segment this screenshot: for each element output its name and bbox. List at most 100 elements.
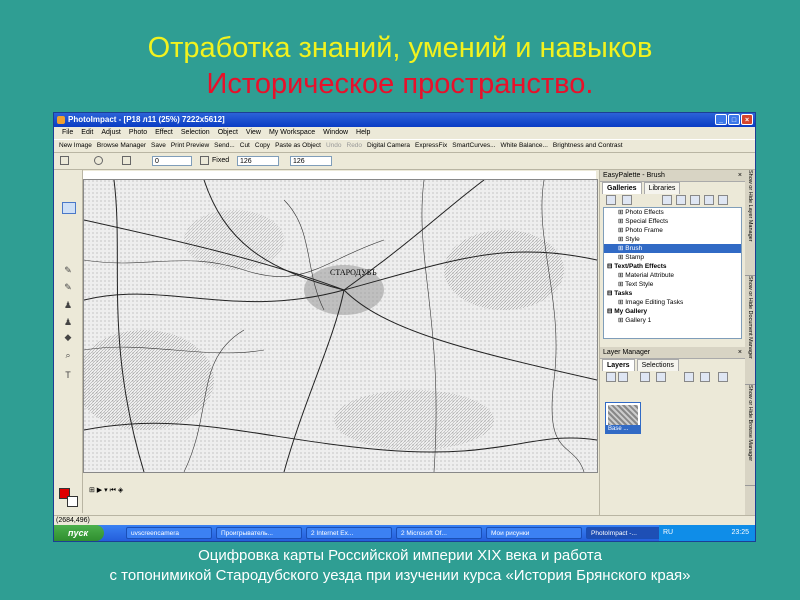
toolbar-white-balance-button[interactable]: White Balance... — [501, 142, 548, 149]
maximize-button[interactable]: □ — [728, 114, 740, 125]
eraser-tool-icon[interactable]: ♟ — [62, 317, 74, 327]
tree-item[interactable]: ⊞ Stamp — [604, 253, 741, 262]
menu-item-file[interactable]: File — [62, 129, 73, 136]
width-field[interactable]: 126 — [237, 156, 279, 166]
tree-item[interactable]: ⊞ Photo Effects — [604, 208, 741, 217]
gallery-list-icon[interactable] — [622, 195, 632, 205]
navigate-icon[interactable]: ⊞ ▶ ▾ ⏮ ◈ — [89, 487, 123, 494]
browse-manager-side-tab[interactable]: Show or Hide Browse Manager — [745, 385, 755, 486]
edit-icon[interactable] — [690, 195, 700, 205]
minimize-button[interactable]: _ — [715, 114, 727, 125]
toolbar-digital-camera-button[interactable]: Digital Camera — [367, 142, 410, 149]
toolbar-paste-as-object-button[interactable]: Paste as Object — [275, 142, 321, 149]
pick-tool-icon[interactable] — [62, 202, 76, 214]
clone-tool-icon[interactable]: ✎ — [62, 282, 74, 292]
layer-properties-icon[interactable] — [684, 372, 694, 382]
gallery-view-icon[interactable] — [606, 195, 616, 205]
height-field[interactable]: 126 — [290, 156, 332, 166]
close-button[interactable]: × — [741, 114, 753, 125]
map-canvas[interactable]: СТАРОДУБЪ — [83, 179, 598, 473]
layer-options-icon[interactable] — [718, 372, 728, 382]
stamp-tool-icon[interactable]: ♟ — [62, 300, 74, 310]
status-coordinates: (2684,496) — [56, 517, 90, 524]
menu-item-adjust[interactable]: Adjust — [101, 129, 120, 136]
delete-icon[interactable] — [718, 195, 728, 205]
toolbar-send-button[interactable]: Send... — [214, 142, 235, 149]
toolbar-redo-button[interactable]: Redo — [347, 142, 363, 149]
layer-toolbar — [600, 370, 745, 384]
fill-tool-icon[interactable]: ◆ — [62, 332, 74, 342]
document-manager-side-tab[interactable]: Show or Hide Document Manager — [745, 276, 755, 385]
tree-item[interactable]: ⊞ Gallery 1 — [604, 316, 741, 325]
taskbar-item[interactable]: uvscreencamera — [126, 527, 212, 539]
text-tool-icon[interactable]: T — [62, 370, 74, 380]
map-town-label: СТАРОДУБЪ — [330, 268, 377, 277]
toolbar-brightness-and-contrast-button[interactable]: Brightness and Contrast — [553, 142, 623, 149]
value-field[interactable]: 0 — [152, 156, 192, 166]
layer-down-icon[interactable] — [656, 372, 666, 382]
brush-tool-icon[interactable]: ✎ — [62, 265, 74, 275]
fixed-checkbox[interactable] — [200, 156, 209, 165]
toolbar-copy-button[interactable]: Copy — [255, 142, 270, 149]
menu-item-view[interactable]: View — [246, 129, 261, 136]
ellipse-mode-icon[interactable] — [94, 156, 103, 165]
layer-merge-icon[interactable] — [618, 372, 628, 382]
windows-taskbar: пуск uvscreencamera Проигрыватель... 2 Int… — [54, 525, 755, 541]
standard-toolbar: New Image Browse Manager Save Print Preview… — [54, 139, 755, 153]
layer-manager-tabs: Layers Selections — [600, 359, 745, 371]
tree-item[interactable]: ⊞ Photo Frame — [604, 226, 741, 235]
shape-icon[interactable] — [122, 156, 131, 165]
layer-up-icon[interactable] — [640, 372, 650, 382]
menu-item-photo[interactable]: Photo — [129, 129, 147, 136]
search-icon[interactable] — [704, 195, 714, 205]
tree-item[interactable]: ⊟ Tasks — [604, 289, 741, 298]
taskbar-item[interactable]: 2 Internet Ex... — [306, 527, 392, 539]
easypalette-toolbar — [600, 193, 745, 207]
tree-item[interactable]: ⊞ Style — [604, 235, 741, 244]
menu-item-effect[interactable]: Effect — [155, 129, 173, 136]
menu-item-object[interactable]: Object — [218, 129, 238, 136]
toolbar-undo-button[interactable]: Undo — [326, 142, 342, 149]
toolbar-save-button[interactable]: Save — [151, 142, 166, 149]
tree-item[interactable]: ⊟ My Gallery — [604, 307, 741, 316]
menu-item-edit[interactable]: Edit — [81, 129, 93, 136]
tree-item[interactable]: ⊞ Special Effects — [604, 217, 741, 226]
tree-item[interactable]: ⊞ Brush — [604, 244, 741, 253]
toolbar-new-image-button[interactable]: New Image — [59, 142, 92, 149]
close-icon[interactable]: × — [738, 170, 742, 181]
slide-title: Отработка знаний, умений и навыков Истор… — [0, 30, 800, 102]
language-indicator[interactable]: RU — [663, 525, 673, 541]
tree-item[interactable]: ⊞ Text Style — [604, 280, 741, 289]
tree-item[interactable]: ⊟ Text/Path Effects — [604, 262, 741, 271]
menu-item-my-workspace[interactable]: My Workspace — [269, 129, 315, 136]
easypalette-title: EasyPalette - Brush × — [600, 170, 745, 182]
toolbar-print-preview-button[interactable]: Print Preview — [171, 142, 209, 149]
layer-view-icon[interactable] — [606, 372, 616, 382]
slide-title-line1: Отработка знаний, умений и навыков — [147, 32, 653, 64]
taskbar-item[interactable]: Мои рисунки — [486, 527, 582, 539]
base-layer-thumbnail[interactable]: Base ... — [605, 402, 641, 434]
zoom-tool-icon[interactable]: ⌕ — [62, 350, 74, 360]
start-button[interactable]: пуск — [54, 525, 104, 541]
move-icon[interactable] — [676, 195, 686, 205]
toolbar-smartcurves-button[interactable]: SmartCurves... — [452, 142, 495, 149]
taskbar-item[interactable]: Проигрыватель... — [216, 527, 302, 539]
toolbar-expressfix-button[interactable]: ExpressFix — [415, 142, 447, 149]
tree-item[interactable]: ⊞ Image Editing Tasks — [604, 298, 741, 307]
taskbar-item[interactable]: 2 Microsoft Of... — [396, 527, 482, 539]
toolbar-browse-manager-button[interactable]: Browse Manager — [97, 142, 146, 149]
fixed-label: Fixed — [212, 157, 230, 164]
app-icon — [57, 116, 65, 124]
layer-delete-icon[interactable] — [700, 372, 710, 382]
tree-item[interactable]: ⊞ Material Attribute — [604, 271, 741, 280]
add-icon[interactable] — [662, 195, 672, 205]
menu-item-help[interactable]: Help — [356, 129, 370, 136]
toolbar-cut-button[interactable]: Cut — [240, 142, 250, 149]
background-color-swatch[interactable] — [67, 496, 78, 507]
caption-line2: с топонимикой Стародубского уезда при из… — [109, 567, 691, 584]
menu-item-window[interactable]: Window — [323, 129, 348, 136]
layer-manager-side-tab[interactable]: Show or Hide Layer Manager — [745, 170, 755, 276]
selection-mode-icon[interactable] — [60, 156, 69, 165]
close-icon[interactable]: × — [738, 347, 742, 358]
menu-item-selection[interactable]: Selection — [181, 129, 210, 136]
